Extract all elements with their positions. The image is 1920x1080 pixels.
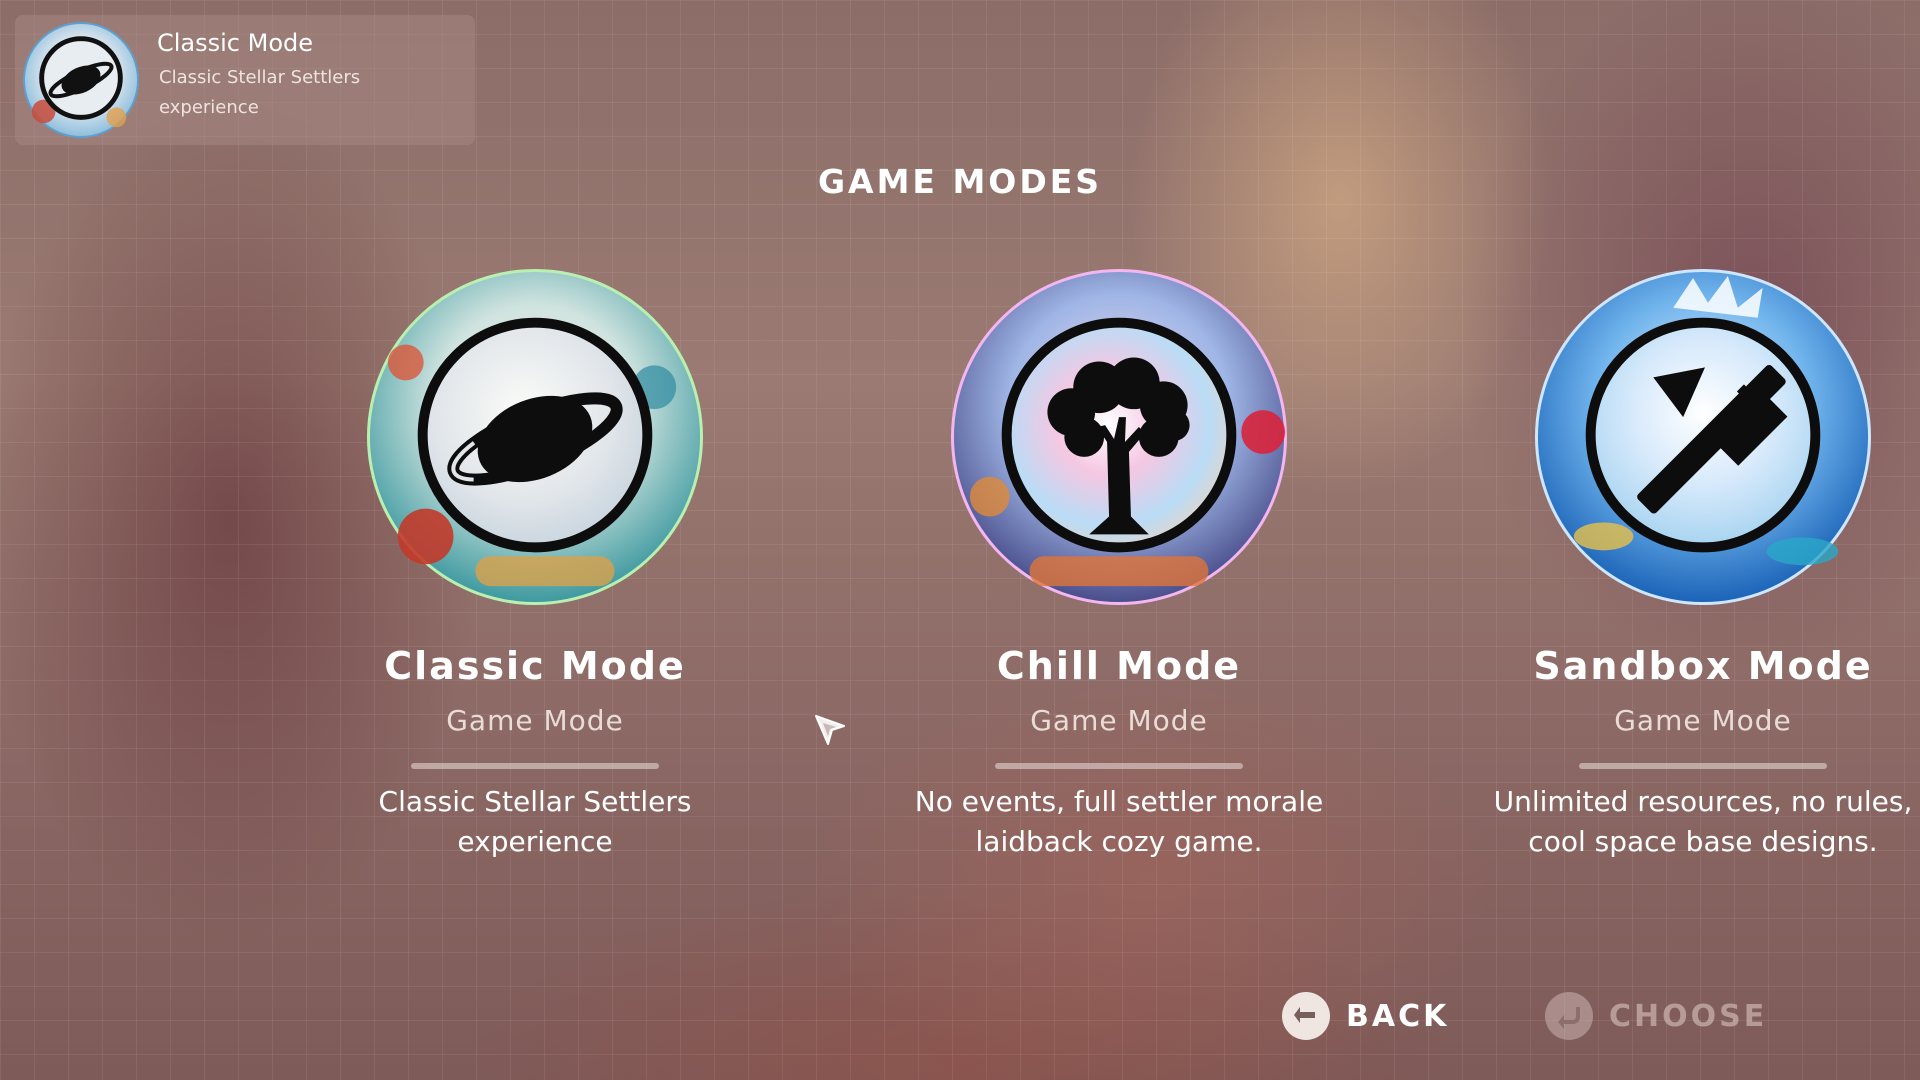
screen-title: GAME MODES [817,162,1103,201]
planet-icon [22,21,140,139]
mode-card-classic[interactable]: Classic Mode Game Mode Classic Stellar S… [315,268,755,868]
tree-icon [950,268,1288,606]
choose-label: CHOOSE [1609,998,1768,1034]
game-mode-screen: Classic Mode Classic Stellar Settlers ex… [0,0,1920,1080]
mode-description: No events, full settler morale laidback … [914,785,1324,858]
mode-card-sandbox[interactable]: Sandbox Mode Game Mode Unlimited resourc… [1483,268,1920,868]
back-label: BACK [1346,998,1450,1034]
mode-card-chill[interactable]: Chill Mode Game Mode No events, full set… [899,268,1339,868]
mode-description: Classic Stellar Settlers experience [378,785,692,858]
choose-button[interactable]: CHOOSE [1545,990,1767,1042]
current-mode-card: Classic Mode Classic Stellar Settlers ex… [15,15,475,145]
current-mode-description: Classic Stellar Settlers experience [159,67,361,118]
mode-name: Sandbox Mode [1533,644,1873,688]
mode-name: Chill Mode [996,644,1242,688]
mode-name: Classic Mode [384,644,686,688]
arrow-left-icon [1282,992,1330,1040]
enter-arrow-icon [1545,992,1593,1040]
mode-description: Unlimited resources, no rules, cool spac… [1493,785,1913,858]
mode-divider [995,763,1243,769]
mode-divider [1579,763,1827,769]
cursor-icon [815,715,845,745]
hammer-icon [1534,268,1872,606]
mode-type: Game Mode [1614,704,1792,737]
mode-divider [411,763,659,769]
planet-icon [366,268,704,606]
current-mode-title: Classic Mode [157,29,314,57]
mode-type: Game Mode [1030,704,1208,737]
back-button[interactable]: BACK [1282,990,1449,1042]
mode-type: Game Mode [446,704,624,737]
